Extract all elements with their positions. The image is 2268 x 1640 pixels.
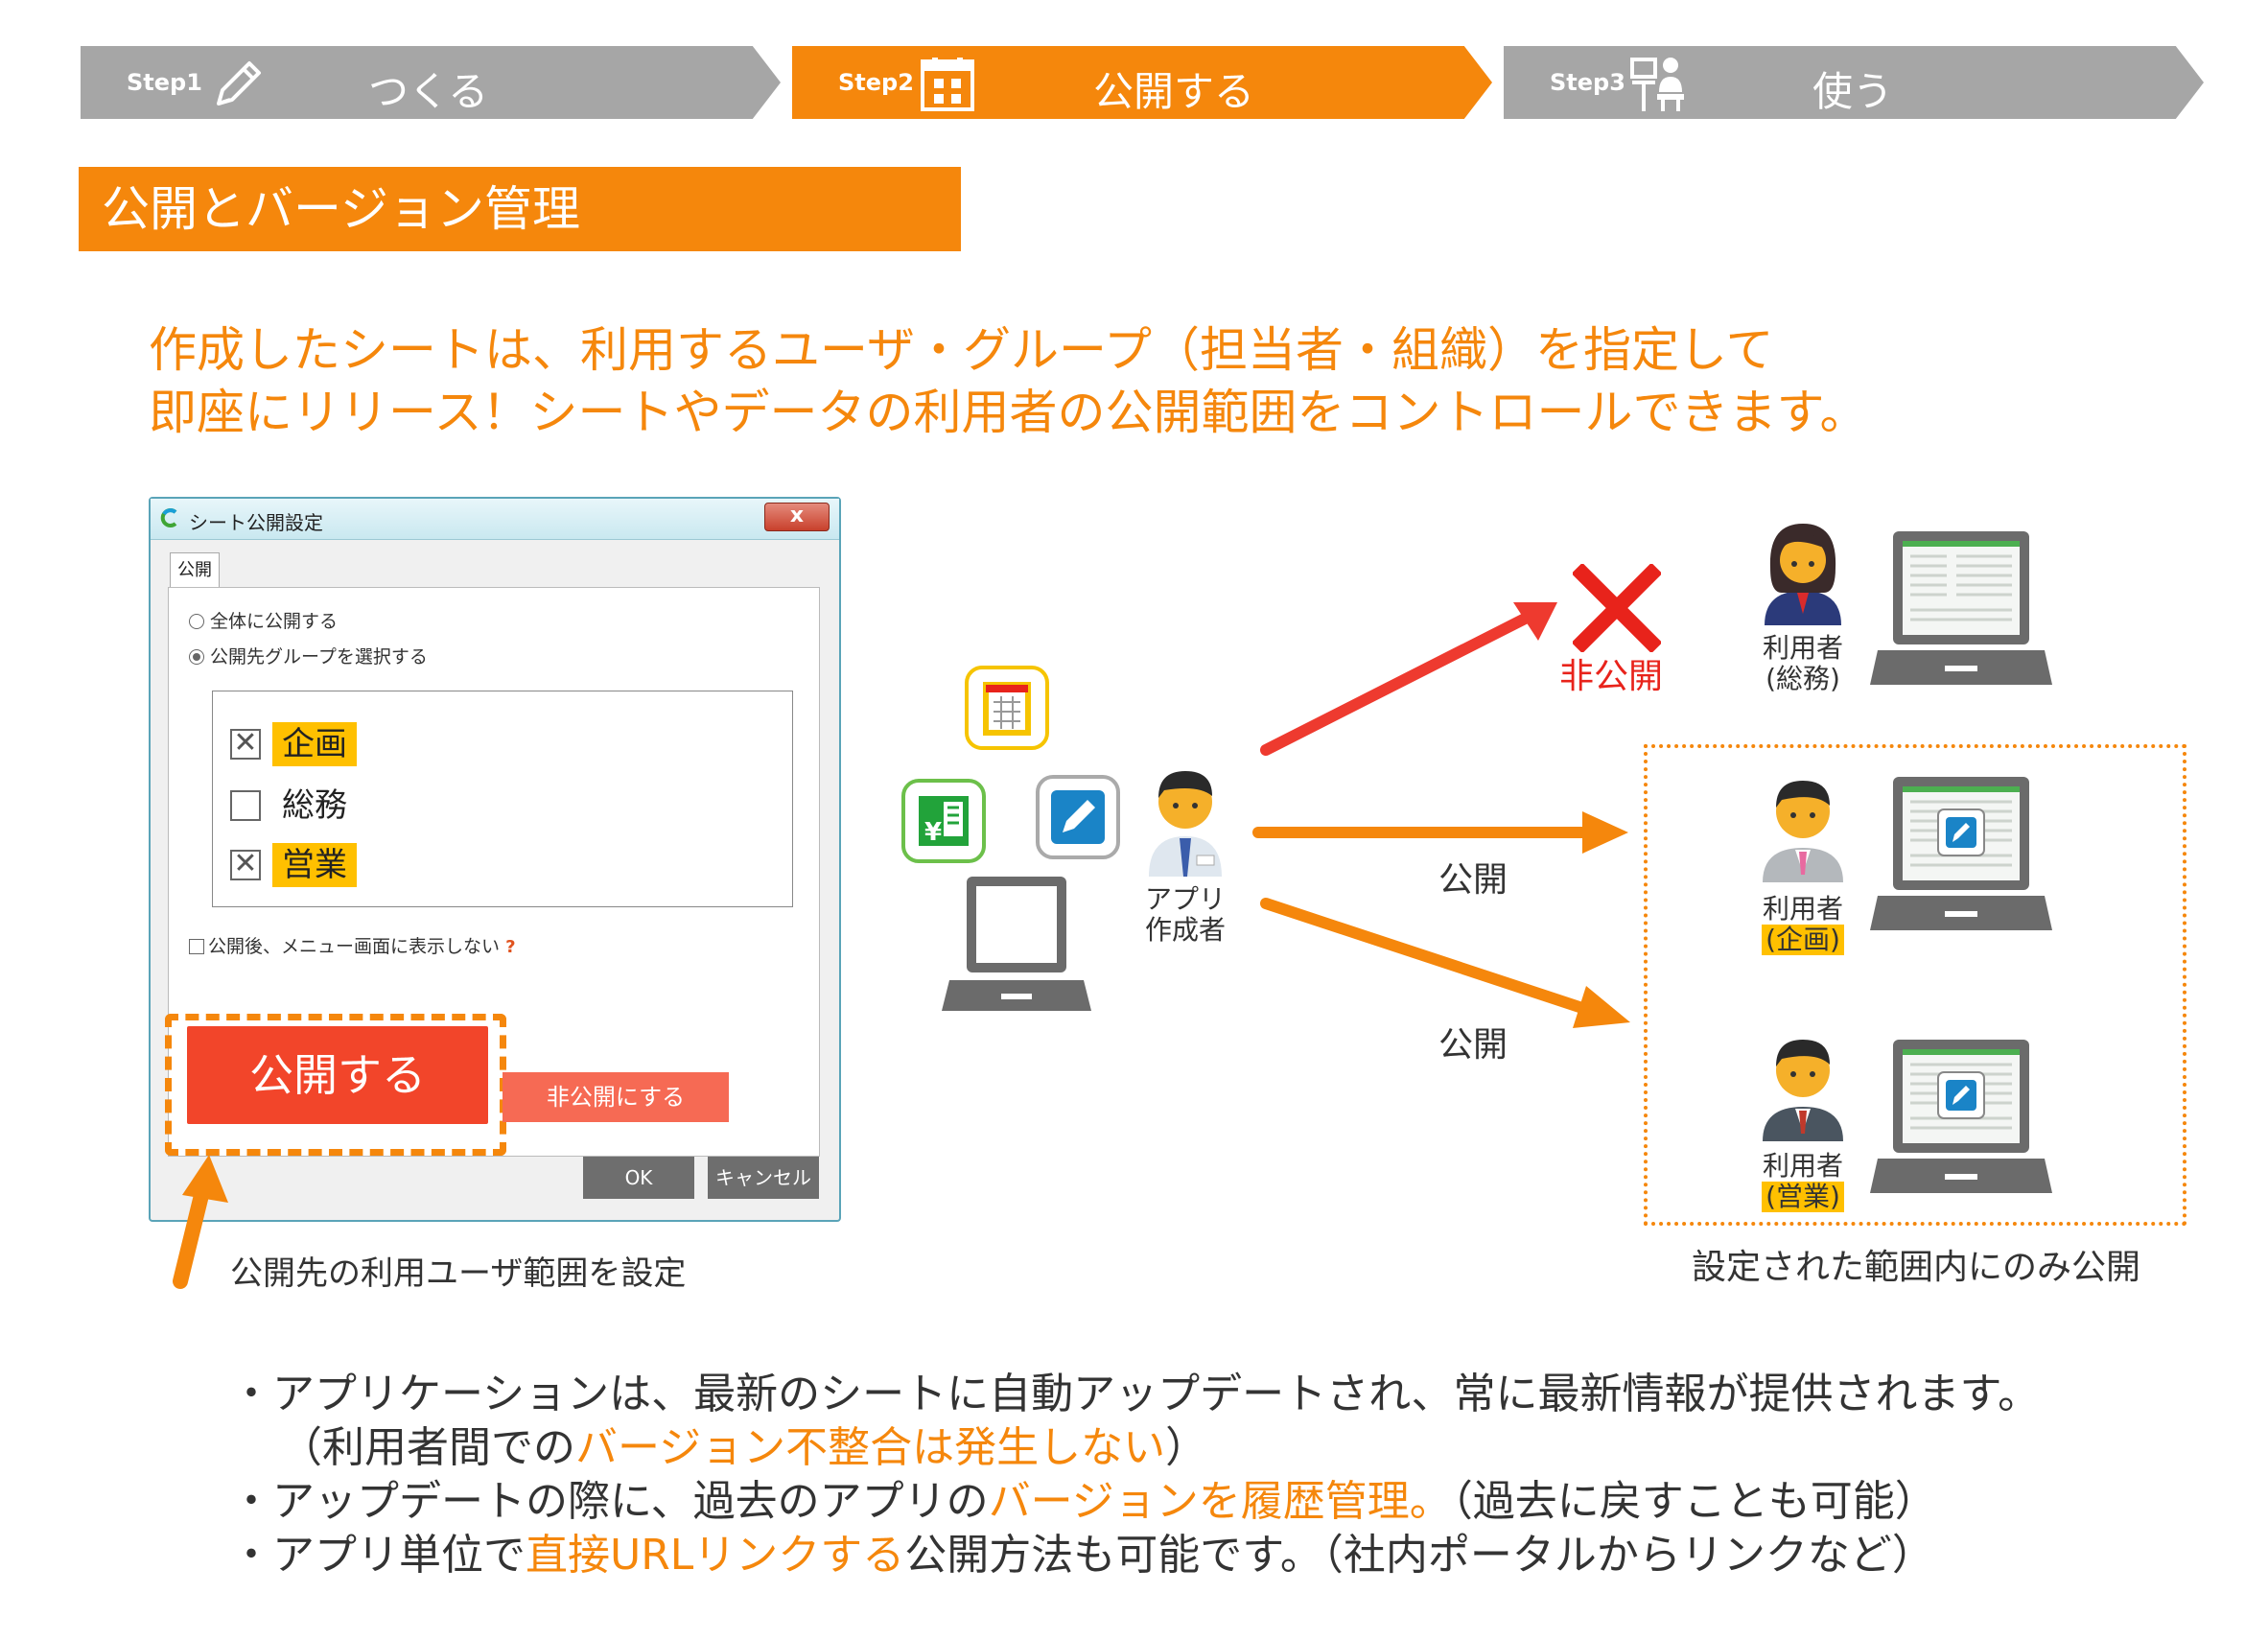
cancel-button[interactable]: キャンセル xyxy=(708,1157,819,1199)
bullet-text: 公開方法も可能です。（社内ポータルからリンクなど） xyxy=(904,1531,1934,1580)
scope-caption: 設定された範囲内にのみ公開 xyxy=(1692,1248,2141,1287)
bullet-version-history: ・アップデートの際に、過去のアプリのバージョンを履歴管理。（過去に戻すことも可能… xyxy=(230,1475,2040,1529)
step2-number: Step2 xyxy=(838,69,914,96)
spreadsheet-app-icon: ¥ xyxy=(901,779,986,863)
ok-button[interactable]: OK xyxy=(583,1157,694,1199)
bullet-highlight: バージョン不整合は発生しない xyxy=(575,1423,1166,1472)
bullet-no-version-mismatch: （利用者間でのバージョン不整合は発生しない） xyxy=(230,1421,2040,1475)
step1-label: つくる xyxy=(368,68,489,115)
red-x-icon xyxy=(1573,564,1661,652)
dialog-title: シート公開設定 xyxy=(189,511,323,534)
radio-publish-group-label: 公開先グループを選択する xyxy=(210,646,428,668)
step2-chevron[interactable]: Step2 公開する xyxy=(792,46,1492,119)
radio-publish-all[interactable]: 全体に公開する xyxy=(189,607,338,633)
checkbox-checked-icon[interactable]: ✕ xyxy=(230,729,261,760)
bullet-highlight: バージョンを履歴管理。 xyxy=(988,1477,1452,1526)
step1-chevron[interactable]: Step1 つくる xyxy=(81,46,781,119)
user-role: 利用者 xyxy=(1762,632,1843,664)
user-general-affairs-label: 利用者 (総務) xyxy=(1740,633,1866,694)
step2-label: 公開する xyxy=(1093,68,1255,115)
users-icon xyxy=(1630,58,1684,111)
dialog-titlebar: シート公開設定 x xyxy=(151,499,839,540)
step3-label: 使う xyxy=(1812,68,1894,115)
user-dept: (総務) xyxy=(1765,663,1840,694)
bullet-direct-url: ・アプリ単位で直接URLリンクする公開方法も可能です。（社内ポータルからリンクな… xyxy=(230,1529,2040,1582)
publish-highlight-frame xyxy=(165,1014,506,1156)
user-female-icon xyxy=(1765,524,1841,625)
group-item-label: 企画 xyxy=(272,722,357,766)
radio-publish-all-label: 全体に公開する xyxy=(210,611,339,632)
hide-menu-checkbox[interactable]: 公開後、メニュー画面に表示しない ? xyxy=(189,932,516,958)
step3-number: Step3 xyxy=(1550,69,1625,96)
feature-bullets: ・アプリケーションは、最新のシートに自動アップデートされ、常に最新情報が提供され… xyxy=(230,1368,2040,1582)
app-creator-person-icon xyxy=(1149,771,1222,877)
group-item-label: 総務 xyxy=(282,786,347,825)
user-laptop-icon xyxy=(1870,531,2052,685)
step3-chevron[interactable]: Step3 使う xyxy=(1504,46,2204,119)
checkbox-checked-icon[interactable]: ✕ xyxy=(230,850,261,880)
laptop-icon xyxy=(942,877,1091,1011)
edit-app-icon xyxy=(1036,775,1120,859)
calendar-icon xyxy=(921,58,974,111)
app-creator-label: アプリ 作成者 xyxy=(1137,884,1233,946)
unpublish-button[interactable]: 非公開にする xyxy=(503,1072,729,1122)
pencil-icon xyxy=(217,61,261,105)
svg-text:¥: ¥ xyxy=(924,818,942,847)
radio-on-icon xyxy=(189,649,204,665)
app-creator-label-line1: アプリ xyxy=(1144,883,1226,915)
group-item-label: 営業 xyxy=(272,843,357,887)
help-icon[interactable]: ? xyxy=(505,937,515,957)
step1-number: Step1 xyxy=(127,69,202,96)
section-title: 公開とバージョン管理 xyxy=(79,167,961,251)
bullet-highlight: 直接URLリンクする xyxy=(526,1531,905,1580)
unpublished-label: 非公開 xyxy=(1559,657,1664,696)
group-list: ✕ 企画 総務 ✕ 営業 xyxy=(212,691,793,907)
published-label-sales: 公開 xyxy=(1438,1025,1508,1065)
published-label-planning: 公開 xyxy=(1438,860,1508,900)
checkbox-unchecked-icon xyxy=(189,939,204,954)
bullet-text: ） xyxy=(1165,1423,1208,1472)
tab-publish[interactable]: 公開 xyxy=(170,552,220,588)
radio-off-icon xyxy=(189,614,204,629)
publish-scope-frame xyxy=(1644,744,2186,1226)
bullet-text: ・アプリ単位で xyxy=(230,1531,526,1580)
bullet-text: （利用者間での xyxy=(280,1423,575,1472)
hide-menu-label: 公開後、メニュー画面に表示しない xyxy=(208,936,501,957)
bullet-text: ・アップデートの際に、過去のアプリの xyxy=(230,1477,989,1526)
bullet-auto-update: ・アプリケーションは、最新のシートに自動アップデートされ、常に最新情報が提供され… xyxy=(230,1370,2041,1418)
calendar-app-icon xyxy=(965,666,1049,750)
pointer-arrow-icon xyxy=(173,1155,228,1289)
lead-line-1: 作成したシートは、利用するユーザ・グループ（担当者・組織）を指定して xyxy=(149,322,1774,378)
close-button[interactable]: x xyxy=(764,503,830,531)
lead-line-2: 即座にリリース！シートやデータの利用者の公開範囲をコントロールできます。 xyxy=(149,385,1868,440)
app-creator-label-line2: 作成者 xyxy=(1144,914,1226,946)
bullet-text: （過去に戻すことも可能） xyxy=(1451,1477,1937,1526)
app-logo-icon xyxy=(160,508,177,527)
radio-publish-group[interactable]: 公開先グループを選択する xyxy=(189,643,428,668)
dialog-caption: 公開先の利用ユーザ範囲を設定 xyxy=(230,1254,687,1293)
checkbox-unchecked-icon[interactable] xyxy=(230,790,261,821)
